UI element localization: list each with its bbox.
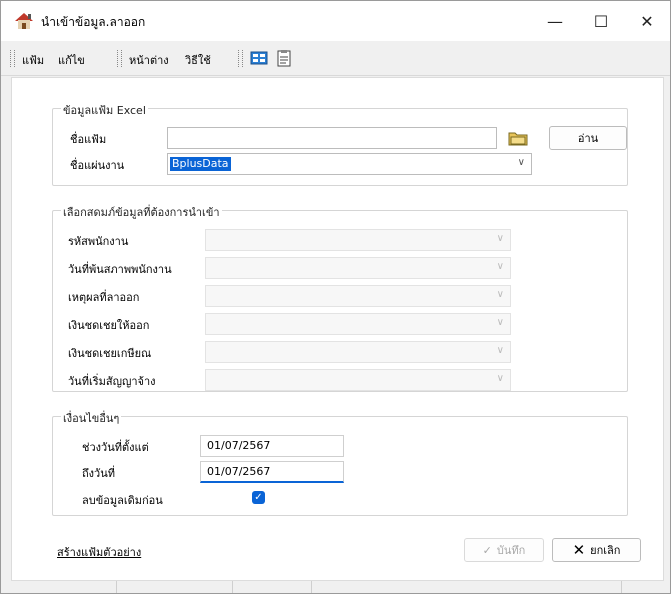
status-bar xyxy=(1,581,670,593)
employee-id-column-dropdown[interactable]: ∨ xyxy=(205,229,511,251)
checkmark-icon: ✓ xyxy=(482,543,492,557)
folder-icon[interactable] xyxy=(508,129,528,147)
toolbar-grip[interactable] xyxy=(238,50,243,67)
toolbar-grip[interactable] xyxy=(117,50,122,67)
cancel-button[interactable]: ✕ ยกเลิก xyxy=(552,538,641,562)
to-date-input[interactable]: 01/07/2567 xyxy=(200,461,344,483)
checkmark-icon: ✓ xyxy=(254,492,263,503)
save-button[interactable]: ✓ บันทึก xyxy=(464,538,544,562)
sheet-name-dropdown[interactable]: BplusData ∨ xyxy=(167,153,532,175)
title-bar: นำเข้าข้อมูล.ลาออก — ☐ ✕ xyxy=(1,1,670,41)
create-sample-file-link[interactable]: สร้างแฟ้มตัวอย่าง xyxy=(57,543,141,561)
columns-group-title: เลือกสดมภ์ข้อมูลที่ต้องการนำเข้า xyxy=(61,203,222,221)
chevron-down-icon[interactable]: ∨ xyxy=(497,317,504,328)
resign-reason-column-dropdown[interactable]: ∨ xyxy=(205,285,511,307)
to-date-label: ถึงวันที่ xyxy=(82,467,115,480)
column-row-label: เหตุผลที่ลาออก xyxy=(68,291,140,304)
menu-help[interactable]: วิธีใช้ xyxy=(185,51,211,69)
contract-start-column-dropdown[interactable]: ∨ xyxy=(205,369,511,391)
from-date-input[interactable]: 01/07/2567 xyxy=(200,435,344,457)
other-conditions-group: เงื่อนไขอื่นๆ ช่วงวันที่ตั้งแต่ 01/07/25… xyxy=(52,409,628,516)
excel-group-title: ข้อมูลแฟ้ม Excel xyxy=(61,101,148,119)
import-resignation-window: นำเข้าข้อมูล.ลาออก — ☐ ✕ แฟ้ม แก้ไข หน้า… xyxy=(0,0,671,594)
clipboard-icon[interactable] xyxy=(275,49,293,67)
column-mapping-group: เลือกสดมภ์ข้อมูลที่ต้องการนำเข้า รหัสพนั… xyxy=(52,203,628,392)
chevron-down-icon[interactable]: ∨ xyxy=(518,157,525,168)
toolbar-grip[interactable] xyxy=(10,50,15,67)
menu-file[interactable]: แฟ้ม xyxy=(22,51,44,69)
chevron-down-icon[interactable]: ∨ xyxy=(497,289,504,300)
close-button[interactable]: ✕ xyxy=(624,1,670,41)
main-panel: ข้อมูลแฟ้ม Excel ชื่อแฟ้ม อ่าน ชื่อแผ่นง… xyxy=(11,77,664,581)
menu-window[interactable]: หน้าต่าง xyxy=(129,51,169,69)
read-button[interactable]: อ่าน xyxy=(549,126,627,150)
maximize-button[interactable]: ☐ xyxy=(578,1,624,41)
column-row-label: เงินชดเชยให้ออก xyxy=(68,319,150,332)
calculator-icon[interactable] xyxy=(250,49,268,67)
termination-date-column-dropdown[interactable]: ∨ xyxy=(205,257,511,279)
clear-existing-label: ลบข้อมูลเดิมก่อน xyxy=(82,494,163,507)
chevron-down-icon[interactable]: ∨ xyxy=(497,261,504,272)
excel-file-group: ข้อมูลแฟ้ม Excel ชื่อแฟ้ม อ่าน ชื่อแผ่นง… xyxy=(52,101,628,186)
minimize-button[interactable]: — xyxy=(532,1,578,41)
chevron-down-icon[interactable]: ∨ xyxy=(497,373,504,384)
sheet-name-label: ชื่อแผ่นงาน xyxy=(70,159,125,172)
sheet-name-value: BplusData xyxy=(170,157,231,171)
clear-existing-checkbox[interactable]: ✓ xyxy=(252,491,265,504)
file-name-input[interactable] xyxy=(167,127,497,149)
status-divider xyxy=(621,581,622,593)
status-divider xyxy=(232,581,233,593)
status-divider xyxy=(116,581,117,593)
from-date-label: ช่วงวันที่ตั้งแต่ xyxy=(82,441,149,454)
chevron-down-icon[interactable]: ∨ xyxy=(497,233,504,244)
column-row-label: รหัสพนักงาน xyxy=(68,235,129,248)
menu-edit[interactable]: แก้ไข xyxy=(58,51,85,69)
x-icon: ✕ xyxy=(572,541,586,559)
status-divider xyxy=(311,581,312,593)
menu-bar: แฟ้ม แก้ไข หน้าต่าง วิธีใช้ xyxy=(1,41,670,76)
conditions-group-title: เงื่อนไขอื่นๆ xyxy=(61,409,122,427)
file-name-label: ชื่อแฟ้ม xyxy=(70,133,107,146)
column-row-label: วันที่เริ่มสัญญาจ้าง xyxy=(68,375,156,388)
window-title: นำเข้าข้อมูล.ลาออก xyxy=(41,15,146,29)
severance-column-dropdown[interactable]: ∨ xyxy=(205,313,511,335)
column-row-label: วันที่พ้นสภาพพนักงาน xyxy=(68,263,172,276)
retirement-pay-column-dropdown[interactable]: ∨ xyxy=(205,341,511,363)
chevron-down-icon[interactable]: ∨ xyxy=(497,345,504,356)
house-icon xyxy=(15,13,33,29)
column-row-label: เงินชดเชยเกษียณ xyxy=(68,347,152,360)
